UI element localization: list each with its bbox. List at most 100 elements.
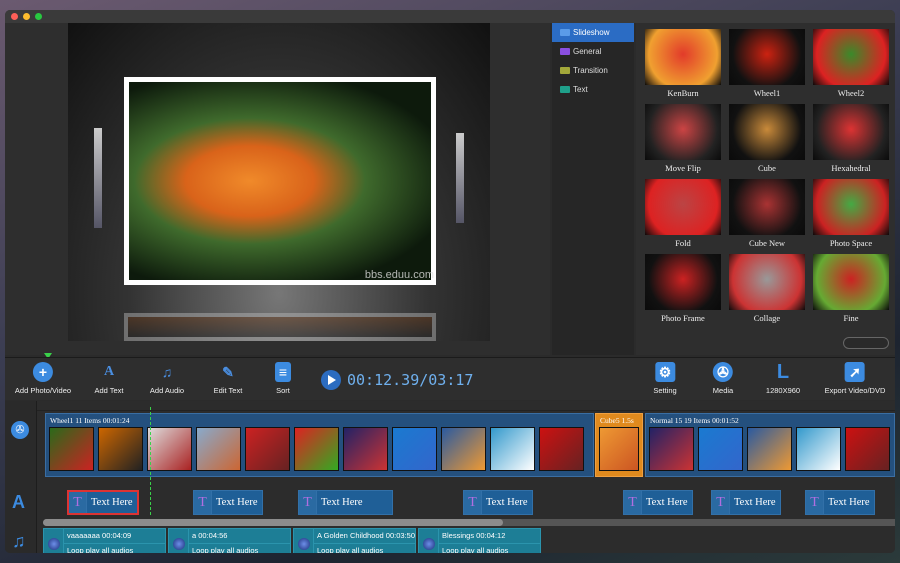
text-clip-icon: T [69,492,87,513]
minimize-button[interactable] [23,13,30,20]
audio-title: Blessings 00:04:12 [439,529,540,544]
category-text[interactable]: Text [552,80,634,99]
sort-button[interactable]: ≡ Sort [275,362,291,395]
clip-thumbnail[interactable] [245,427,290,471]
category-slideshow[interactable]: Slideshow [552,23,634,42]
clip-thumbnail[interactable] [392,427,437,471]
effect-tile[interactable]: Collage [729,254,805,323]
text-clip[interactable]: T Text Here [463,490,533,515]
clip-group-wheel1[interactable]: Wheel1 11 Items 00:01:24 [45,413,594,477]
preview-stage: bbs.eduu.com [68,23,490,341]
folder-icon [560,48,570,55]
clip-thumbnail[interactable] [490,427,535,471]
play-button[interactable] [321,370,341,390]
time-display: 00:12.39/03:17 [347,371,474,389]
text-clip-icon: T [624,491,642,514]
clip-thumbnail[interactable] [539,427,584,471]
zoom-button[interactable] [35,13,42,20]
effect-tile[interactable]: Fine [813,254,889,323]
effect-tile[interactable]: Photo Space [813,179,889,248]
category-general[interactable]: General [552,42,634,61]
audio-loop-label: Loop play all audios [67,546,134,553]
effect-tile[interactable]: Cube New [729,179,805,248]
text-clip[interactable]: T Text Here [67,490,139,515]
audio-title: a 00:04:56 [189,529,290,544]
film-reel-icon: ✇ [713,362,733,382]
button-label: Add Text [94,386,124,395]
audio-clip[interactable]: vaaaaaaa 00:04:09 Loop play all audios [43,528,166,553]
clip-thumbnail[interactable] [796,427,841,471]
title-bar [5,10,895,23]
clip-thumbnail[interactable] [747,427,792,471]
effect-tile[interactable]: Cube [729,104,805,173]
timeline-scrollbar[interactable] [43,519,895,526]
effect-thumbnail [813,104,889,160]
effect-label: Cube New [748,238,786,248]
group-header: Wheel1 11 Items 00:01:24 [50,416,130,425]
category-transition[interactable]: Transition [552,61,634,80]
text-clip[interactable]: T Text Here [711,490,781,515]
effect-tile[interactable]: Photo Frame [645,254,721,323]
effect-thumbnail [729,254,805,310]
effect-tile[interactable]: KenBurn [645,29,721,98]
setting-button[interactable]: ⚙ Setting [653,362,677,395]
effect-label: KenBurn [667,88,699,98]
resolution-button[interactable]: L 1280X960 [766,362,800,395]
group-header: Cube5 1.5s [600,416,634,425]
media-track-icon: ✇ [11,421,29,439]
audio-clip[interactable]: a 00:04:56 Loop play all audios [168,528,291,553]
text-clip-label: Text Here [321,497,363,508]
clip-group-normal15[interactable]: Normal 15 19 Items 00:01:52 [645,413,895,477]
text-clip-icon: T [806,491,824,514]
timeline-playhead[interactable] [150,407,151,515]
category-list: Slideshow General Transition Text [552,23,634,355]
audio-clip[interactable]: A Golden Childhood 00:03:50 Loop play all… [293,528,416,553]
clip-thumbnail[interactable] [147,427,192,471]
resolution-icon: L [776,361,790,383]
clip-thumbnail[interactable] [98,427,143,471]
text-clip-label: Text Here [486,497,528,508]
effect-thumbnail [729,104,805,160]
speaker-icon [419,529,439,553]
text-clip[interactable]: T Text Here [805,490,875,515]
scrollbar-thumb[interactable] [43,519,503,526]
clip-thumbnail[interactable] [698,427,743,471]
audio-clip[interactable]: Blessings 00:04:12 Loop play all audios [418,528,541,553]
effect-tile[interactable]: Wheel1 [729,29,805,98]
clip-thumbnail[interactable] [196,427,241,471]
timeline-ruler[interactable] [37,401,895,411]
button-label: Media [712,386,734,395]
effect-thumbnail [645,254,721,310]
clip-thumbnail[interactable] [845,427,890,471]
edit-text-button[interactable]: ✎ Edit Text [214,362,243,395]
clip-thumbnail[interactable] [49,427,94,471]
text-clip-icon: T [464,491,482,514]
export-button[interactable]: ➚ Export Video/DVD [825,362,885,395]
category-label: Transition [573,66,608,75]
effect-tile[interactable]: Move Flip [645,104,721,173]
add-text-button[interactable]: A Add Text [94,362,123,395]
clip-thumbnail[interactable] [441,427,486,471]
grid-action-button[interactable] [843,337,889,349]
category-label: General [573,47,602,56]
preview-panel: bbs.eduu.com [5,23,550,364]
media-button[interactable]: ✇ Media [713,362,733,395]
effect-tile[interactable]: Hexahedral [813,104,889,173]
effect-label: Wheel2 [837,88,865,98]
text-clip[interactable]: T Text Here [298,490,393,515]
clip-thumbnail[interactable] [294,427,339,471]
text-clip[interactable]: T Text Here [623,490,693,515]
close-button[interactable] [11,13,18,20]
add-photo-video-button[interactable]: + Add Photo/Video [15,362,71,395]
effect-tile[interactable]: Fold [645,179,721,248]
effect-label: Photo Frame [661,313,705,323]
text-clip[interactable]: T Text Here [193,490,263,515]
add-audio-button[interactable]: ♫ Add Audio [150,362,184,395]
clip-thumbnail[interactable] [649,427,694,471]
list-icon: ≡ [275,362,291,382]
clip-group-cube5[interactable]: Cube5 1.5s [595,413,643,477]
clip-thumbnail[interactable] [599,427,639,471]
clip-thumbnail[interactable] [343,427,388,471]
effect-label: Cube [758,163,776,173]
effect-tile[interactable]: Wheel2 [813,29,889,98]
